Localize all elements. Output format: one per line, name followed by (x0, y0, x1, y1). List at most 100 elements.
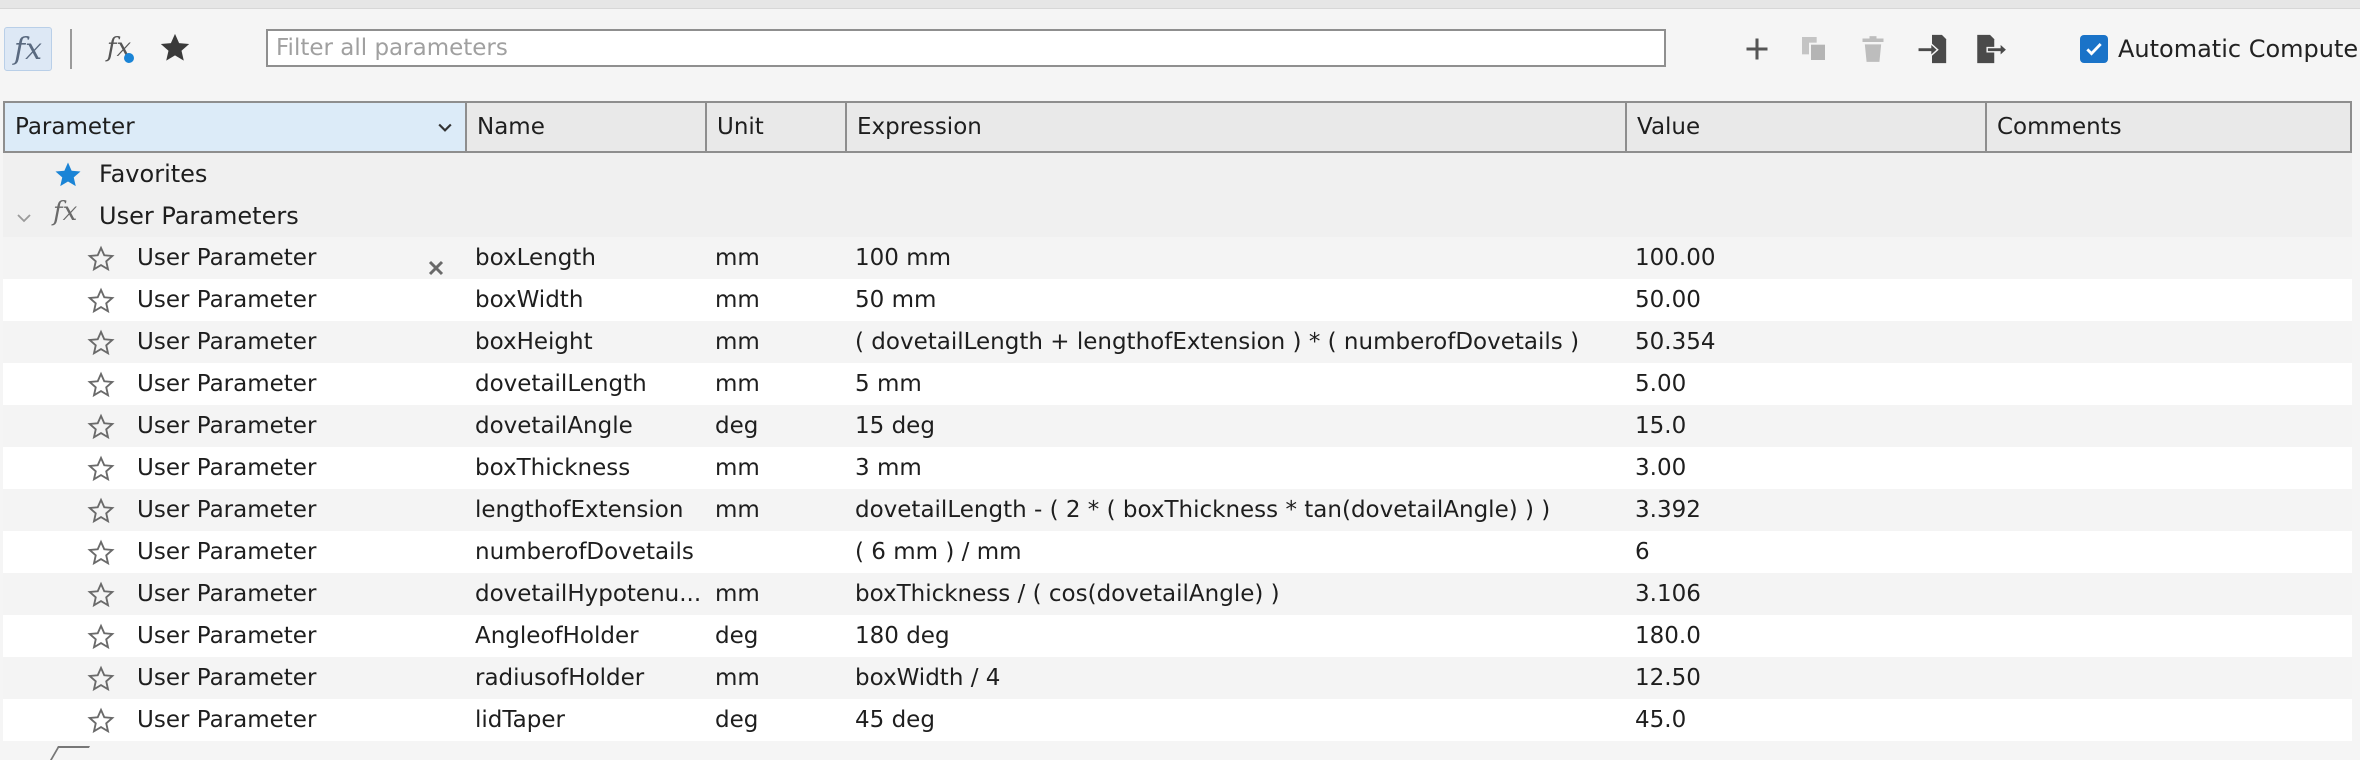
parameter-type-text: User Parameter (137, 245, 317, 271)
unit-cell[interactable]: mm (705, 447, 845, 489)
table-row[interactable]: User Parameter numberofDovetails ( 6 mm ) … (3, 531, 2352, 573)
delete-x-icon[interactable] (427, 249, 445, 279)
comments-cell[interactable] (1985, 405, 2352, 447)
comments-cell[interactable] (1985, 615, 2352, 657)
table-row[interactable]: User Parameter AngleofHolder deg 180 deg 180… (3, 615, 2352, 657)
name-cell[interactable]: dovetailHypotenu... (465, 573, 705, 615)
name-cell[interactable]: boxThickness (465, 447, 705, 489)
fx-button[interactable]: fx (4, 27, 52, 71)
expression-cell[interactable]: ( 6 mm ) / mm (845, 531, 1625, 573)
unit-cell[interactable]: deg (705, 699, 845, 741)
name-cell[interactable]: numberofDovetails (465, 531, 705, 573)
automatic-compute-toggle[interactable]: Automatic Compute (2080, 33, 2358, 65)
expression-cell[interactable]: 45 deg (845, 699, 1625, 741)
parameter-type-cell: User Parameter (3, 489, 465, 531)
star-outline-icon[interactable] (87, 539, 115, 573)
star-outline-icon[interactable] (87, 623, 115, 657)
name-cell[interactable]: AngleofHolder (465, 615, 705, 657)
favorites-filter-button[interactable] (152, 27, 198, 69)
add-parameter-button[interactable] (1735, 27, 1779, 71)
unit-cell[interactable]: mm (705, 573, 845, 615)
comments-cell[interactable] (1985, 531, 2352, 573)
name-cell[interactable]: lidTaper (465, 699, 705, 741)
table-row[interactable]: User Parameter boxLength mm 100 mm 100.00 (3, 237, 2352, 279)
table-row[interactable]: User Parameter radiusofHolder mm boxWidth /… (3, 657, 2352, 699)
star-outline-icon[interactable] (87, 497, 115, 531)
expression-cell[interactable]: 3 mm (845, 447, 1625, 489)
star-outline-icon[interactable] (87, 329, 115, 363)
unit-cell[interactable]: deg (705, 615, 845, 657)
unit-cell[interactable]: mm (705, 363, 845, 405)
unit-cell[interactable]: mm (705, 237, 845, 279)
name-cell[interactable]: boxWidth (465, 279, 705, 321)
unit-cell[interactable]: deg (705, 405, 845, 447)
name-cell[interactable]: boxLength (465, 237, 705, 279)
table-row[interactable]: User Parameter boxHeight mm( dovetailLengt… (3, 321, 2352, 363)
star-outline-icon[interactable] (87, 455, 115, 489)
name-cell[interactable]: dovetailAngle (465, 405, 705, 447)
name-cell[interactable]: radiusofHolder (465, 657, 705, 699)
expression-cell[interactable]: dovetailLength - ( 2 * ( boxThickness * … (845, 489, 1625, 531)
column-header-comments[interactable]: Comments (1987, 103, 2350, 151)
column-header-name[interactable]: Name (467, 103, 707, 151)
name-cell[interactable]: dovetailLength (465, 363, 705, 405)
comments-cell[interactable] (1985, 573, 2352, 615)
column-header-expression[interactable]: Expression (847, 103, 1627, 151)
expression-cell[interactable]: boxWidth / 4 (845, 657, 1625, 699)
star-outline-icon[interactable] (87, 287, 115, 321)
table-row[interactable]: User Parameter dovetailLength mm 5 mm 5.00 (3, 363, 2352, 405)
star-outline-icon[interactable] (87, 245, 115, 279)
import-button[interactable] (1910, 27, 1954, 71)
filter-parameters-input[interactable] (266, 29, 1666, 67)
column-header-unit[interactable]: Unit (707, 103, 847, 151)
expression-cell[interactable]: boxThickness / ( cos(dovetailAngle) ) (845, 573, 1625, 615)
expression-cell[interactable]: 100 mm (845, 237, 1625, 279)
table-row[interactable]: User Parameter boxWidth mm 50 mm 50.00 (3, 279, 2352, 321)
export-button[interactable] (1968, 27, 2012, 71)
table-row[interactable]: User Parameter dovetailHypotenu... mm boxTh… (3, 573, 2352, 615)
table-row[interactable]: User Parameter dovetailAngle deg 15 deg 15.0 (3, 405, 2352, 447)
expression-cell[interactable]: 5 mm (845, 363, 1625, 405)
group-user-parameters[interactable]: fx User Parameters (3, 195, 2352, 237)
star-outline-icon[interactable] (87, 665, 115, 699)
star-outline-icon[interactable] (87, 707, 115, 741)
comments-cell[interactable] (1985, 489, 2352, 531)
comments-cell[interactable] (1985, 279, 2352, 321)
star-outline-icon[interactable] (87, 581, 115, 615)
expression-cell[interactable]: 50 mm (845, 279, 1625, 321)
column-header-value[interactable]: Value (1627, 103, 1987, 151)
comments-cell[interactable] (1985, 447, 2352, 489)
parameter-type-cell: User Parameter (3, 279, 465, 321)
comments-cell[interactable] (1985, 321, 2352, 363)
star-outline-icon[interactable] (87, 371, 115, 405)
comments-cell[interactable] (1985, 237, 2352, 279)
expression-cell[interactable]: 180 deg (845, 615, 1625, 657)
group-favorites[interactable]: Favorites (3, 153, 2352, 195)
top-edge (0, 0, 2360, 9)
name-cell[interactable]: boxHeight (465, 321, 705, 363)
chevron-down-icon[interactable] (15, 209, 33, 227)
unit-cell[interactable]: mm (705, 321, 845, 363)
table-row[interactable]: User Parameter boxThickness mm 3 mm 3.00 (3, 447, 2352, 489)
table-row[interactable]: User Parameter lidTaper deg 45 deg 45.0 (3, 699, 2352, 741)
comments-cell[interactable] (1985, 363, 2352, 405)
chevron-down-icon[interactable] (435, 117, 455, 137)
expression-cell[interactable]: 15 deg (845, 405, 1625, 447)
delete-parameter-button[interactable] (1851, 27, 1895, 71)
star-outline-icon[interactable] (87, 413, 115, 447)
table-row[interactable]: User Parameter lengthofExtension mm dovetai… (3, 489, 2352, 531)
parameter-type-cell: User Parameter (3, 237, 465, 279)
unit-cell[interactable] (705, 531, 845, 573)
user-parameter-button[interactable]: fx (96, 27, 142, 69)
unit-cell[interactable]: mm (705, 489, 845, 531)
name-cell[interactable]: lengthofExtension (465, 489, 705, 531)
comments-cell[interactable] (1985, 657, 2352, 699)
checkbox-icon[interactable] (2080, 35, 2108, 63)
unit-cell[interactable]: mm (705, 279, 845, 321)
column-header-parameter[interactable]: Parameter (5, 103, 467, 151)
expression-cell[interactable]: ( dovetailLength + lengthofExtension ) *… (845, 321, 1625, 363)
copy-parameter-button[interactable] (1792, 27, 1836, 71)
unit-cell[interactable]: mm (705, 657, 845, 699)
parameter-type-cell: User Parameter (3, 447, 465, 489)
comments-cell[interactable] (1985, 699, 2352, 741)
